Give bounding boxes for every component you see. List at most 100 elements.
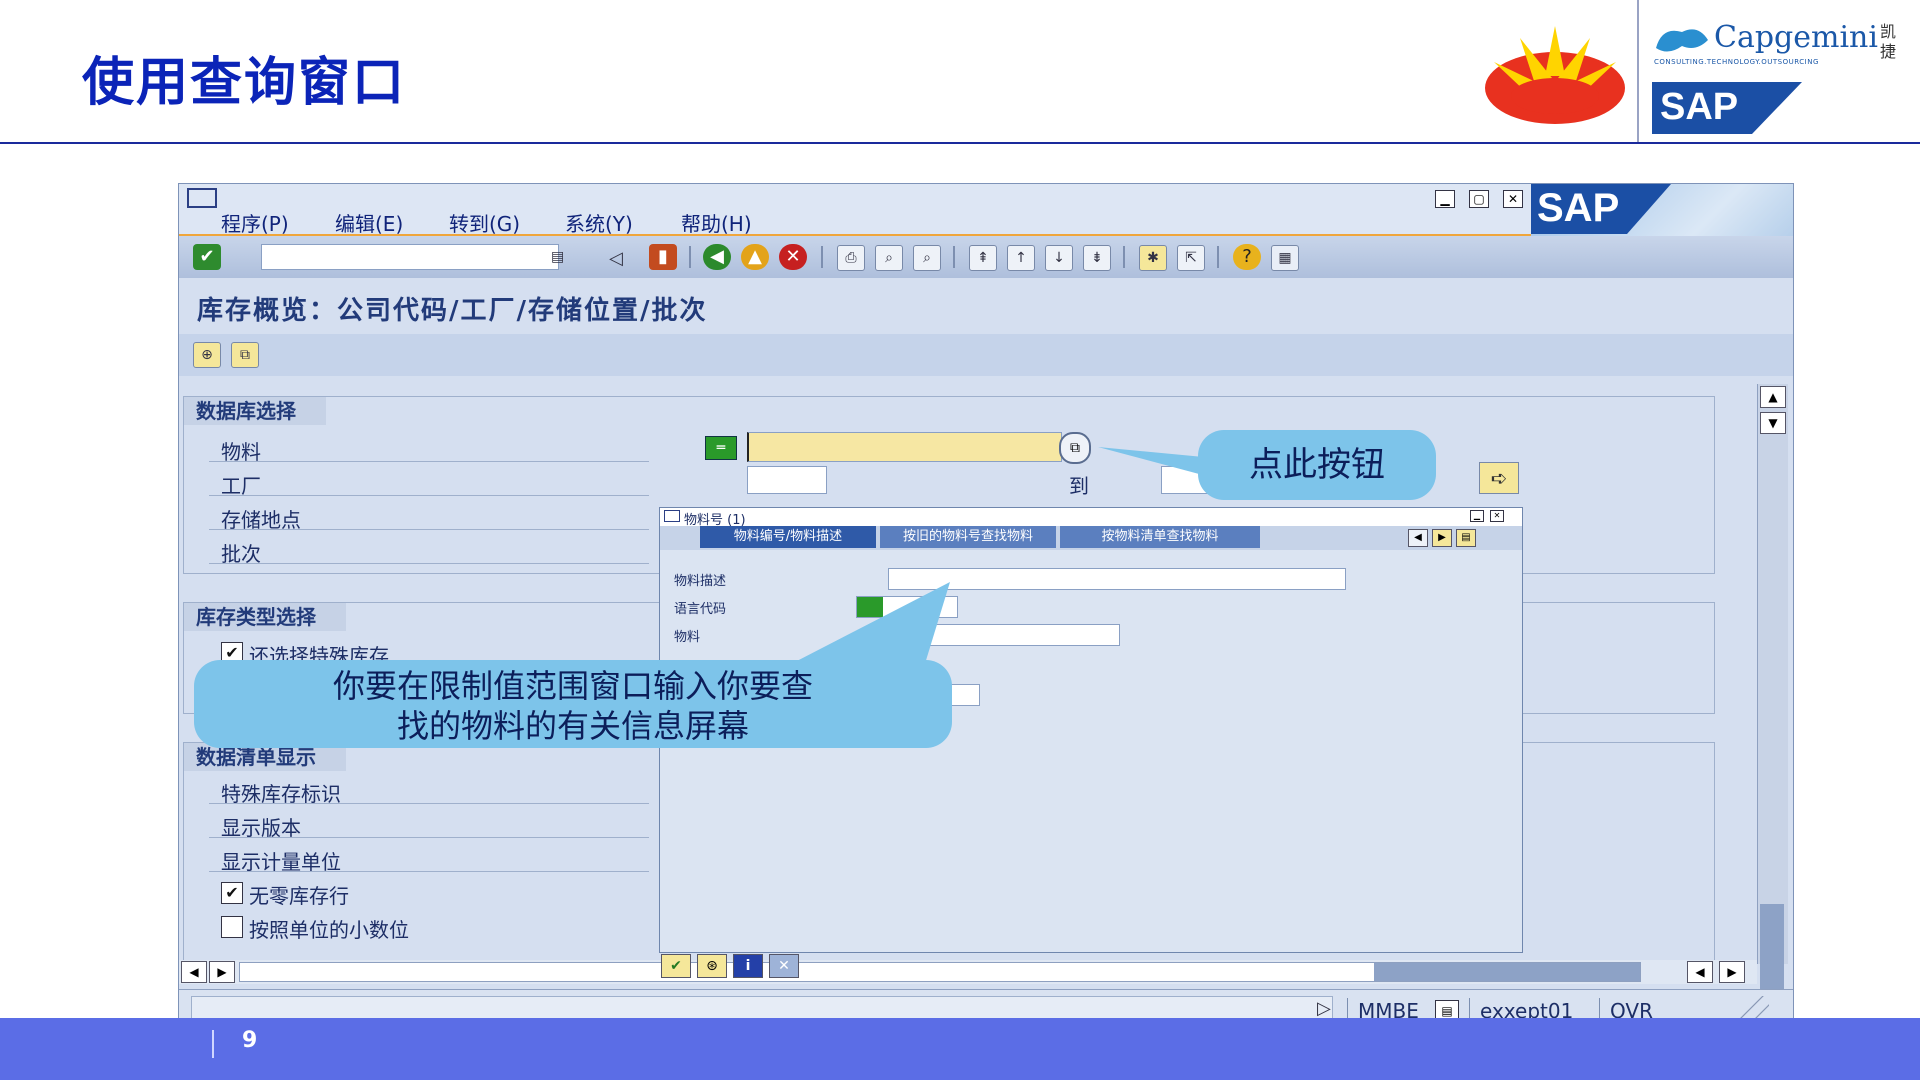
close-icon[interactable]: ✕	[1503, 190, 1523, 208]
tab-menu-icon[interactable]: ▤	[1456, 529, 1476, 547]
popup-minimize-icon[interactable]: ▁	[1470, 510, 1484, 522]
petrochina-logo	[1480, 18, 1630, 128]
callout-explanation: 你要在限制值范围窗口输入你要查 找的物料的有关信息屏幕	[194, 660, 952, 748]
execute-icon[interactable]: ⊕	[193, 342, 221, 368]
scroll-track[interactable]	[239, 962, 1641, 982]
header-rule	[0, 142, 1920, 144]
menu-system[interactable]: 系统(Y)	[565, 208, 633, 237]
minimize-icon[interactable]: ▁	[1435, 190, 1455, 208]
scroll-right-icon[interactable]: ▶	[209, 961, 235, 983]
standard-toolbar: ✔ ▤ ◁ ▮ ◀ ▲ ✕ ⎙ ⌕ ⌕ ⇞ ↑ ↓ ⇟ ✱ ⇱ ? ▦	[179, 236, 1793, 278]
search-help-icon[interactable]: ⧉	[1059, 432, 1091, 464]
find-next-icon[interactable]: ⌕	[913, 245, 941, 271]
menu-goto[interactable]: 转到(G)	[449, 208, 520, 237]
field-underline	[209, 461, 649, 462]
multiple-selection-icon[interactable]: ➪	[1479, 462, 1519, 494]
new-session-icon[interactable]: ✱	[1139, 245, 1167, 271]
application-toolbar: ⊕ ⧉	[179, 334, 1793, 376]
plant-from-input[interactable]	[747, 466, 827, 494]
field-underline	[209, 871, 649, 872]
popup-language-label: 语言代码	[674, 602, 727, 617]
toolbar-separator	[1123, 246, 1125, 268]
popup-material-label: 物料	[674, 630, 701, 645]
status-expand-icon[interactable]: ▷	[1317, 998, 1331, 1019]
tab-bom-search[interactable]: 按物料清单查找物料	[1060, 526, 1260, 548]
prev-page-icon[interactable]: ↑	[1007, 245, 1035, 271]
field-underline	[209, 495, 649, 496]
popup-multi-select-icon[interactable]: ⊛	[697, 954, 727, 978]
sap-logo-text: SAP	[1660, 86, 1739, 128]
capgemini-tagline: CONSULTING.TECHNOLOGY.OUTSOURCING	[1654, 58, 1819, 66]
material-input[interactable]	[747, 432, 1062, 462]
menu-help[interactable]: 帮助(H)	[681, 208, 752, 237]
popup-language-input[interactable]	[856, 596, 958, 618]
toolbar-separator	[1217, 246, 1219, 268]
scroll-down-icon[interactable]: ▼	[1760, 412, 1786, 434]
help-icon[interactable]: ?	[1233, 244, 1261, 270]
page-number-separator	[212, 1030, 214, 1058]
exit-icon[interactable]: ▲	[741, 244, 769, 270]
scroll-thumb[interactable]	[1374, 963, 1640, 981]
get-variant-icon[interactable]: ⧉	[231, 342, 259, 368]
shortcut-icon[interactable]: ⇱	[1177, 245, 1205, 271]
popup-cancel-icon[interactable]: ✕	[769, 954, 799, 978]
scroll-left-icon[interactable]: ◀	[1687, 961, 1713, 983]
collapse-icon[interactable]: ◁	[609, 248, 623, 269]
maximize-icon[interactable]: ▢	[1469, 190, 1489, 208]
page-number: 9	[242, 1028, 258, 1053]
popup-info-icon[interactable]: i	[733, 954, 763, 978]
toolbar-separator	[689, 246, 691, 268]
to-label: 到	[1069, 474, 1089, 498]
command-history-icon[interactable]: ▤	[551, 249, 564, 265]
sap-logo: SAP	[1652, 82, 1802, 134]
capgemini-logo: Capgemini 凯捷 CONSULTING.TECHNOLOGY.OUTSO…	[1652, 18, 1912, 72]
sap-window: 程序(P) 编辑(E) 转到(G) 系统(Y) 帮助(H) ▁ ▢ ✕ SAP …	[178, 183, 1794, 1035]
popup-close-icon[interactable]: ✕	[1490, 510, 1504, 522]
tab-old-material-number[interactable]: 按旧的物料号查找物料	[880, 526, 1056, 548]
first-page-icon[interactable]: ⇞	[969, 245, 997, 271]
find-icon[interactable]: ⌕	[875, 245, 903, 271]
layout-menu-icon[interactable]: ▦	[1271, 245, 1299, 271]
popup-continue-icon[interactable]: ✔	[661, 954, 691, 978]
callout-click-button-text: 点此按钮	[1249, 445, 1385, 485]
tab-list-icon[interactable]: ◀	[1408, 529, 1428, 547]
select-options-icon[interactable]: ═	[705, 436, 737, 460]
next-page-icon[interactable]: ↓	[1045, 245, 1073, 271]
popup-titlebar: 物料号 (1) ▁ ✕	[660, 508, 1522, 528]
last-page-icon[interactable]: ⇟	[1083, 245, 1111, 271]
callout-explanation-line1: 你要在限制值范围窗口输入你要查	[332, 667, 813, 705]
field-underline	[209, 837, 649, 838]
popup-window-icon[interactable]	[664, 510, 680, 522]
scroll-up-icon[interactable]: ▲	[1760, 386, 1786, 408]
sap-brand-text: SAP	[1537, 186, 1620, 230]
back-icon[interactable]: ◀	[703, 244, 731, 270]
capgemini-cn: 凯捷	[1880, 22, 1897, 61]
stock-type-title: 库存类型选择	[184, 603, 346, 631]
horizontal-scrollbar[interactable]: ◀ ▶ ◀ ▶	[179, 960, 1757, 984]
popup-button-row: ✔ ⊛ i ✕	[659, 954, 859, 978]
tab-material-number-description[interactable]: 物料编号/物料描述	[700, 526, 876, 548]
menu-edit[interactable]: 编辑(E)	[335, 208, 403, 237]
enter-icon[interactable]: ✔	[193, 244, 221, 270]
popup-description-input[interactable]	[888, 568, 1346, 590]
no-zero-stock-label: 无零库存行	[249, 884, 349, 908]
database-selection-title: 数据库选择	[184, 397, 326, 425]
toolbar-separator	[821, 246, 823, 268]
footer-bar	[0, 1018, 1920, 1080]
command-field[interactable]	[261, 244, 559, 270]
menu-program[interactable]: 程序(P)	[221, 208, 289, 237]
no-zero-stock-checkbox[interactable]: ✔	[221, 882, 243, 904]
print-icon[interactable]: ⎙	[837, 245, 865, 271]
cancel-icon[interactable]: ✕	[779, 244, 807, 270]
scroll-right-icon[interactable]: ▶	[1719, 961, 1745, 983]
save-icon[interactable]: ▮	[649, 244, 677, 270]
field-underline	[209, 529, 649, 530]
popup-material-input[interactable]	[888, 624, 1120, 646]
decimal-places-checkbox[interactable]	[221, 916, 243, 938]
scroll-left-icon[interactable]: ◀	[181, 961, 207, 983]
tab-next-icon[interactable]: ▶	[1432, 529, 1452, 547]
window-menu-icon[interactable]	[187, 188, 217, 208]
capgemini-wordmark: Capgemini	[1714, 20, 1878, 55]
vertical-scrollbar[interactable]: ▲ ▼	[1757, 384, 1788, 1034]
slide-title: 使用查询窗口	[82, 53, 407, 113]
